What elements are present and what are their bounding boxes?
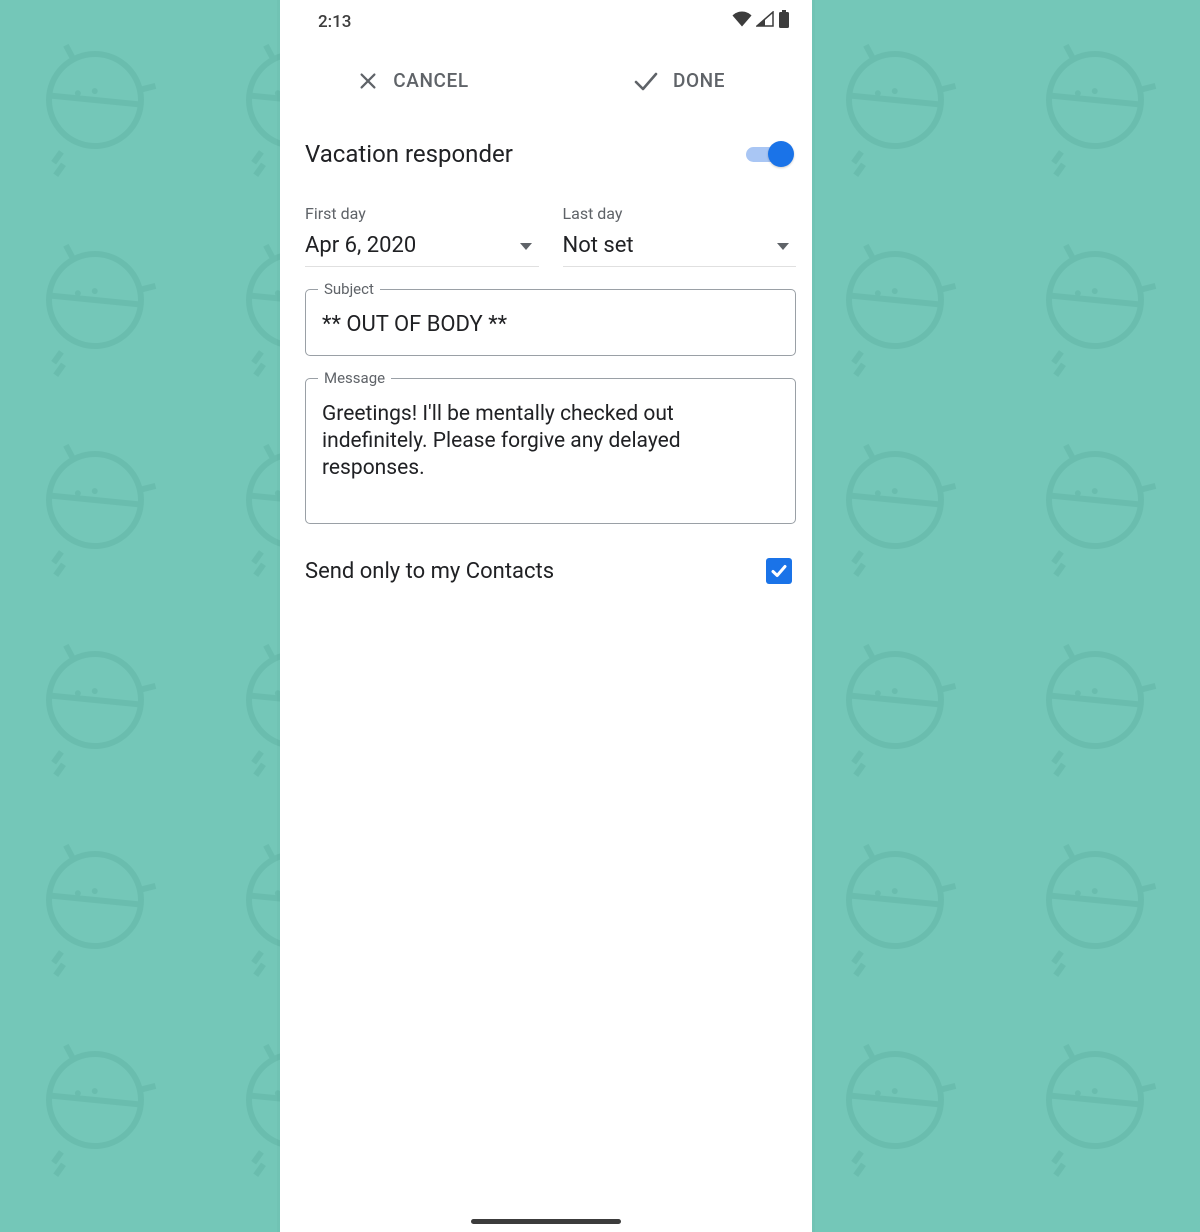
- subject-field[interactable]: Subject: [305, 289, 796, 356]
- last-day-value: Not set: [563, 233, 634, 258]
- close-icon: [357, 70, 379, 92]
- status-bar: 2:13: [280, 0, 812, 39]
- contacts-checkbox[interactable]: [766, 558, 792, 584]
- contacts-label: Send only to my Contacts: [305, 559, 554, 584]
- done-button[interactable]: DONE: [546, 69, 812, 92]
- message-label: Message: [318, 369, 391, 387]
- cell-signal-icon: [756, 11, 774, 32]
- status-time: 2:13: [318, 12, 351, 32]
- battery-icon: [778, 10, 790, 33]
- page-title: Vacation responder: [305, 140, 513, 168]
- chevron-down-icon: [519, 233, 533, 258]
- message-field[interactable]: Message: [305, 378, 796, 524]
- nav-handle[interactable]: [471, 1219, 621, 1224]
- subject-input[interactable]: [322, 312, 779, 337]
- responder-toggle[interactable]: [746, 140, 792, 168]
- first-day-select[interactable]: Apr 6, 2020: [305, 233, 539, 267]
- first-day-value: Apr 6, 2020: [305, 233, 416, 258]
- last-day-select[interactable]: Not set: [563, 233, 797, 267]
- chevron-down-icon: [776, 233, 790, 258]
- date-row: First day Apr 6, 2020 Last day Not set: [280, 204, 812, 267]
- contacts-row: Send only to my Contacts: [280, 558, 812, 584]
- check-icon: [633, 70, 659, 92]
- message-input[interactable]: [322, 401, 779, 501]
- title-row: Vacation responder: [280, 140, 812, 168]
- status-icons: [732, 10, 790, 33]
- done-label: DONE: [673, 69, 725, 92]
- action-bar: CANCEL DONE: [280, 39, 812, 120]
- cancel-label: CANCEL: [393, 69, 468, 92]
- cancel-button[interactable]: CANCEL: [280, 69, 546, 92]
- wifi-icon: [732, 11, 752, 32]
- first-day-label: First day: [305, 204, 539, 223]
- phone-frame: 2:13 CANCEL DONE Vacation: [280, 0, 812, 1232]
- checkmark-icon: [769, 561, 789, 581]
- last-day-label: Last day: [563, 204, 797, 223]
- subject-label: Subject: [318, 280, 380, 298]
